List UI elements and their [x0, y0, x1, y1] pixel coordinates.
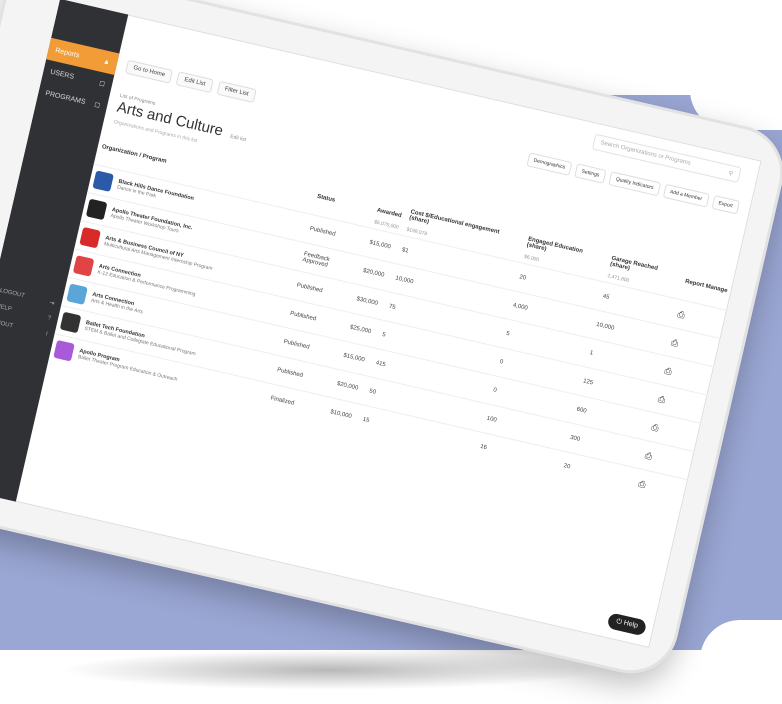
- org-text: Arts Connection Arts & Health in the Arts: [90, 292, 144, 316]
- edit-list-button[interactable]: Edit List: [175, 71, 214, 94]
- filter-list-button[interactable]: Filter List: [216, 80, 257, 104]
- print-icon[interactable]: ⎙: [677, 308, 686, 319]
- search-icon: ⚲: [727, 170, 734, 178]
- org-logo: [85, 198, 108, 221]
- edit-title-link[interactable]: Edit list: [230, 134, 247, 143]
- sidebar-item-label: LOGOUT: [0, 287, 26, 300]
- tablet-shadow: [60, 650, 600, 690]
- print-icon[interactable]: ⎙: [644, 450, 653, 461]
- programs-icon: ◻: [93, 101, 101, 110]
- help-label: Help: [622, 619, 639, 630]
- help-button[interactable]: ⏻ Help: [606, 612, 648, 637]
- org-logo: [59, 311, 82, 334]
- sidebar-item-label: Reports: [54, 46, 81, 59]
- help-icon: ?: [46, 315, 52, 322]
- sidebar-item-label: PROGRAMS: [44, 89, 87, 106]
- info-icon: i: [45, 331, 48, 338]
- org-logo: [92, 170, 114, 192]
- chart-icon: ▲: [102, 57, 111, 67]
- org-logo: [53, 339, 75, 362]
- print-icon[interactable]: ⎙: [657, 393, 666, 404]
- logout-icon: ⇥: [48, 299, 55, 307]
- users-icon: ◻: [98, 79, 106, 88]
- home-button[interactable]: Go to Home: [124, 59, 174, 84]
- org-logo: [72, 255, 95, 277]
- print-icon[interactable]: ⎙: [651, 421, 660, 432]
- sidebar-item-label: HELP: [0, 303, 13, 313]
- search-placeholder: Search Organizations or Programs: [599, 140, 692, 167]
- org-logo: [79, 226, 101, 249]
- print-icon[interactable]: ⎙: [638, 478, 647, 489]
- print-icon[interactable]: ⎙: [664, 365, 673, 376]
- org-logo: [66, 283, 88, 305]
- print-icon[interactable]: ⎙: [670, 337, 679, 348]
- sidebar-item-label: ABOUT: [0, 318, 14, 330]
- sidebar-item-label: USERS: [49, 68, 75, 81]
